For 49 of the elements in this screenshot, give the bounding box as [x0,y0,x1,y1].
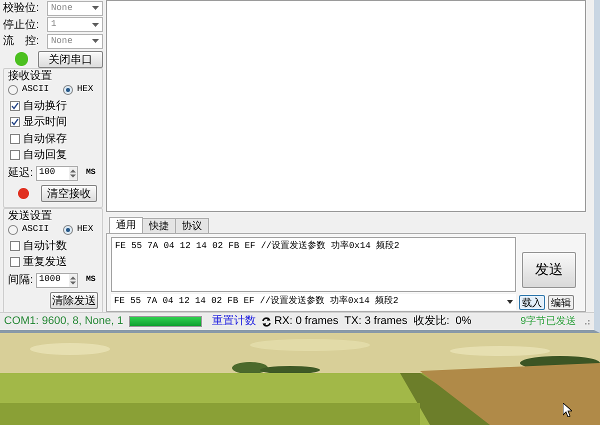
reset-count-link[interactable]: 重置计数 [212,313,256,330]
status-led-icon [18,188,29,198]
send-button[interactable]: 发送 [522,252,576,288]
setting-label: 停止位: [3,18,40,32]
setting-label: 流 控: [3,34,40,49]
radio-button[interactable]: HEX [63,83,94,97]
close-port-button[interactable]: 关闭串口 [38,50,103,68]
edit-button[interactable]: 编辑 [548,294,574,310]
field-label: 间隔: [8,272,34,288]
tab[interactable]: 通用 [109,217,143,233]
mouse-cursor-icon [563,403,572,417]
checkbox[interactable]: 重复发送 [8,254,98,270]
setting-dropdown[interactable]: 1 [47,17,103,32]
resize-grip-icon [582,318,590,326]
checkbox[interactable]: 自动计数 [8,238,98,254]
unit-label: MS [86,167,96,179]
caret-icon [92,6,99,10]
tab[interactable]: 快捷 [142,218,176,233]
radio-button[interactable]: HEX [63,223,94,237]
load-button[interactable]: 载入 [519,294,545,310]
sent-status: 9字节已发送 [520,314,576,329]
history-dropdown[interactable]: FE 55 7A 04 12 14 02 FB EF //设置发送参数 功率0x14 频段2 [111,294,516,310]
tab[interactable]: 协议 [175,218,209,233]
setting-label: 校验位: [3,1,40,16]
send-text-area[interactable]: FE 55 7A 04 12 14 02 FB EF //设置发送参数 功率0x14 频段2 [111,237,516,292]
radio-button[interactable]: ASCII [8,83,50,97]
checkbox[interactable]: 自动保存 [8,130,98,147]
rx-count: RX: 0 frames [274,314,338,330]
refresh-icon [262,316,272,326]
group-title: 发送设置 [8,208,53,222]
setting-dropdown[interactable]: None [47,0,103,16]
clear-button[interactable]: 清空接收 [41,184,97,202]
clear-button[interactable]: 清除发送 [50,292,98,308]
number-spinner[interactable]: 1000 [36,272,78,288]
field-label: 延迟: [8,166,34,181]
caret-icon [92,22,99,27]
checkbox[interactable]: 自动换行 [8,98,98,114]
number-spinner[interactable]: 100 [36,166,78,180]
setting-dropdown[interactable]: None [47,34,103,49]
ratio-text: 收发比: 0% [413,314,472,330]
caret-icon [92,39,99,44]
tx-count: TX: 3 frames [344,314,408,330]
port-status: COM1: 9600, 8, None, 1 [4,314,124,330]
radio-button[interactable]: ASCII [8,223,50,237]
group-title: 接收设置 [8,68,53,82]
checkbox[interactable]: 显示时间 [8,114,98,130]
caret-icon [507,300,513,304]
checkbox[interactable]: 自动回复 [8,147,98,164]
unit-label: MS [86,274,96,286]
